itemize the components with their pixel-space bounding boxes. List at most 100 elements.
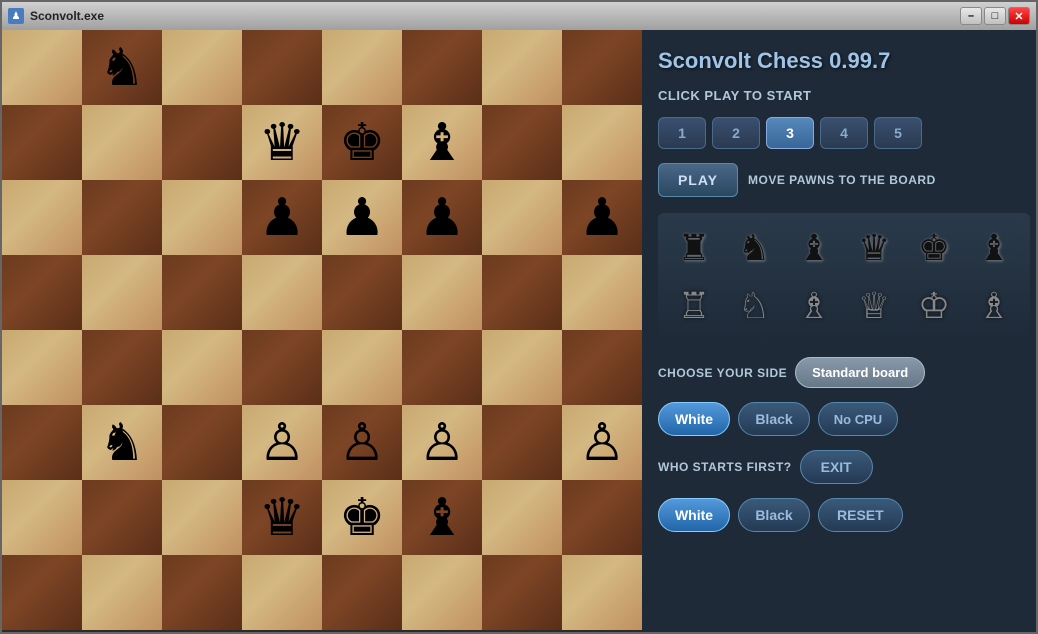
cell-2-4[interactable]: ♟ xyxy=(322,180,402,255)
black-side-button[interactable]: Black xyxy=(738,402,810,436)
cell-3-6[interactable] xyxy=(482,255,562,330)
black-piece-2[interactable]: ♝ xyxy=(786,223,842,273)
white-starts-button[interactable]: White xyxy=(658,498,730,532)
cell-3-1[interactable] xyxy=(82,255,162,330)
window-icon: ♟ xyxy=(8,8,24,24)
cell-1-4[interactable]: ♚ xyxy=(322,105,402,180)
black-starts-button[interactable]: Black xyxy=(738,498,810,532)
cell-0-5[interactable] xyxy=(402,30,482,105)
difficulty-5-button[interactable]: 5 xyxy=(874,117,922,149)
cell-4-4[interactable] xyxy=(322,330,402,405)
cell-5-0[interactable] xyxy=(2,405,82,480)
cell-4-3[interactable] xyxy=(242,330,322,405)
cell-7-6[interactable] xyxy=(482,555,562,630)
cell-3-5[interactable] xyxy=(402,255,482,330)
cell-5-2[interactable] xyxy=(162,405,242,480)
cell-6-5[interactable]: ♝ xyxy=(402,480,482,555)
difficulty-3-button[interactable]: 3 xyxy=(766,117,814,149)
cell-7-3[interactable] xyxy=(242,555,322,630)
cell-7-4[interactable] xyxy=(322,555,402,630)
black-piece-5[interactable]: ♝ xyxy=(966,223,1022,273)
cell-6-7[interactable] xyxy=(562,480,642,555)
cell-7-5[interactable] xyxy=(402,555,482,630)
cell-0-1[interactable]: ♞ xyxy=(82,30,162,105)
play-row: PLAY MOVE PAWNS TO THE BOARD xyxy=(658,163,1030,197)
cell-2-2[interactable] xyxy=(162,180,242,255)
cell-6-3[interactable]: ♛ xyxy=(242,480,322,555)
cell-1-5[interactable]: ♝ xyxy=(402,105,482,180)
cell-4-6[interactable] xyxy=(482,330,562,405)
cell-2-3[interactable]: ♟ xyxy=(242,180,322,255)
cell-0-0[interactable] xyxy=(2,30,82,105)
minimize-button[interactable]: – xyxy=(960,7,982,25)
reset-button[interactable]: RESET xyxy=(818,498,903,532)
cell-3-7[interactable] xyxy=(562,255,642,330)
cell-0-4[interactable] xyxy=(322,30,402,105)
maximize-button[interactable]: □ xyxy=(984,7,1006,25)
cell-4-1[interactable] xyxy=(82,330,162,405)
cell-0-6[interactable] xyxy=(482,30,562,105)
cell-5-7[interactable]: ♙ xyxy=(562,405,642,480)
cell-5-5[interactable]: ♙ xyxy=(402,405,482,480)
cell-1-7[interactable] xyxy=(562,105,642,180)
white-piece-4[interactable]: ♔ xyxy=(906,281,962,331)
black-piece-4[interactable]: ♚ xyxy=(906,223,962,273)
cell-2-5[interactable]: ♟ xyxy=(402,180,482,255)
cell-6-2[interactable] xyxy=(162,480,242,555)
cell-1-2[interactable] xyxy=(162,105,242,180)
cell-1-0[interactable] xyxy=(2,105,82,180)
cell-7-0[interactable] xyxy=(2,555,82,630)
cell-4-0[interactable] xyxy=(2,330,82,405)
play-button[interactable]: PLAY xyxy=(658,163,738,197)
white-piece-3[interactable]: ♕ xyxy=(846,281,902,331)
black-piece-1[interactable]: ♞ xyxy=(726,223,782,273)
standard-board-button[interactable]: Standard board xyxy=(795,357,925,388)
difficulty-4-button[interactable]: 4 xyxy=(820,117,868,149)
difficulty-2-button[interactable]: 2 xyxy=(712,117,760,149)
black-piece-0[interactable]: ♜ xyxy=(666,223,722,273)
white-piece-5[interactable]: ♗ xyxy=(966,281,1022,331)
cell-3-0[interactable] xyxy=(2,255,82,330)
cell-2-1[interactable] xyxy=(82,180,162,255)
cell-6-6[interactable] xyxy=(482,480,562,555)
cell-3-2[interactable] xyxy=(162,255,242,330)
cell-4-5[interactable] xyxy=(402,330,482,405)
cell-2-7[interactable]: ♟ xyxy=(562,180,642,255)
starts-first-row: White Black RESET xyxy=(658,498,1030,532)
cell-5-4[interactable]: ♙ xyxy=(322,405,402,480)
title-bar: ♟ Sconvolt.exe – □ ✕ xyxy=(2,2,1036,30)
cell-6-0[interactable] xyxy=(2,480,82,555)
cell-7-2[interactable] xyxy=(162,555,242,630)
cell-2-0[interactable] xyxy=(2,180,82,255)
white-side-button[interactable]: White xyxy=(658,402,730,436)
cell-7-7[interactable] xyxy=(562,555,642,630)
side-selection-row: White Black No CPU xyxy=(658,402,1030,436)
white-piece-2[interactable]: ♗ xyxy=(786,281,842,331)
cell-3-4[interactable] xyxy=(322,255,402,330)
cell-0-7[interactable] xyxy=(562,30,642,105)
choose-side-label: CHOOSE YOUR SIDE xyxy=(658,366,787,380)
cell-6-4[interactable]: ♚ xyxy=(322,480,402,555)
cell-7-1[interactable] xyxy=(82,555,162,630)
cell-5-6[interactable] xyxy=(482,405,562,480)
cell-1-1[interactable] xyxy=(82,105,162,180)
exit-button[interactable]: EXIT xyxy=(800,450,873,484)
cell-1-3[interactable]: ♛ xyxy=(242,105,322,180)
cell-5-3[interactable]: ♙ xyxy=(242,405,322,480)
cell-1-6[interactable] xyxy=(482,105,562,180)
close-button[interactable]: ✕ xyxy=(1008,7,1030,25)
black-piece-3[interactable]: ♛ xyxy=(846,223,902,273)
no-cpu-button[interactable]: No CPU xyxy=(818,402,898,436)
cell-3-3[interactable] xyxy=(242,255,322,330)
cell-0-2[interactable] xyxy=(162,30,242,105)
cell-4-7[interactable] xyxy=(562,330,642,405)
cell-0-3[interactable] xyxy=(242,30,322,105)
white-piece-0[interactable]: ♖ xyxy=(666,281,722,331)
cell-4-2[interactable] xyxy=(162,330,242,405)
cell-6-1[interactable] xyxy=(82,480,162,555)
cell-2-6[interactable] xyxy=(482,180,562,255)
cell-5-1[interactable]: ♞ xyxy=(82,405,162,480)
main-content: ♞♛♚♝♟♟♟♟♞♙♙♙♙♛♚♝ Sconvolt Chess 0.99.7 C… xyxy=(2,30,1036,632)
difficulty-1-button[interactable]: 1 xyxy=(658,117,706,149)
white-piece-1[interactable]: ♘ xyxy=(726,281,782,331)
